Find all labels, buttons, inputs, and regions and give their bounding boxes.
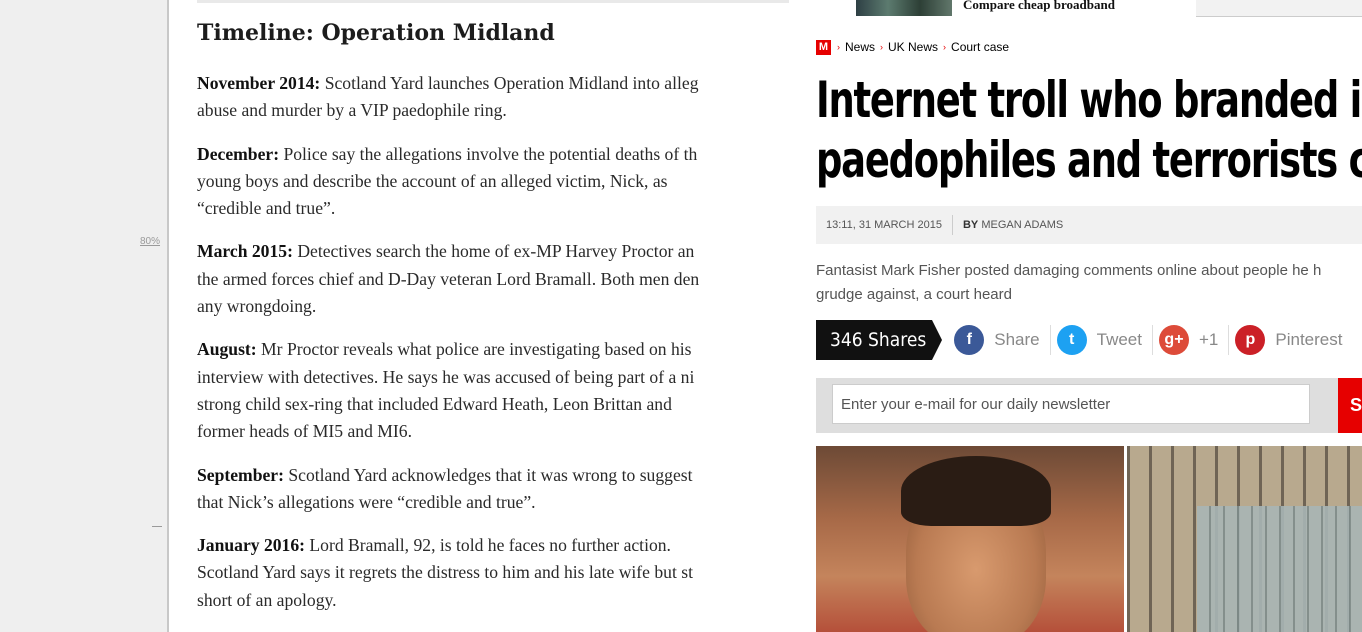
share-bar: 346 Shares f Share t Tweet g+ +1 p Pinterest	[816, 320, 1362, 360]
timeline-text: Police say the allegations involve the p…	[279, 143, 698, 164]
timeline-text: Scotland Yard launches Operation Midland…	[320, 73, 699, 93]
share-buttons: f Share t Tweet g+ +1 p Pinterest	[948, 325, 1352, 355]
left-gutter: 80%	[0, 0, 169, 632]
timeline-date: January 2016:	[197, 535, 306, 556]
publish-timestamp: 13:11, 31 MARCH 2015	[816, 215, 953, 235]
twitter-icon: t	[1056, 325, 1087, 355]
timeline-entry: January 2016: Lord Bramall, 92, is told …	[197, 532, 789, 614]
top-divider	[197, 0, 789, 3]
timeline-date: November 2014:	[197, 73, 321, 93]
newsletter-email-input[interactable]	[832, 384, 1310, 424]
headline-line: paedophiles and terrorists conv	[816, 131, 1362, 189]
promo-slot	[1196, 0, 1362, 17]
pinterest-icon: p	[1235, 325, 1266, 355]
timeline-entry-line: December: Police say the allegations inv…	[197, 141, 789, 168]
google-plus-icon: g+	[1158, 325, 1189, 355]
timeline-entry-line: any wrongdoing.	[197, 296, 317, 317]
newsletter-submit-button[interactable]: S	[1338, 378, 1362, 433]
photo-hair	[901, 456, 1051, 526]
timeline-heading: Timeline: Operation Midland	[197, 20, 555, 46]
headline-line: Internet troll who branded inno	[816, 71, 1362, 129]
promo-text: Compare cheap broadband	[963, 0, 1115, 12]
timeline-entry-line: August: Mr Proctor reveals what police a…	[197, 336, 789, 363]
timeline-entry-line: “credible and true”.	[197, 198, 336, 219]
timeline-entry-line: interview with detectives. He says he wa…	[197, 366, 695, 387]
article-meta: 13:11, 31 MARCH 2015 BY MEGAN ADAMS	[816, 206, 1362, 244]
timeline-date: September:	[197, 464, 284, 485]
timeline-date: December:	[197, 143, 280, 164]
timeline-entry-line: former heads of MI5 and MI6.	[197, 421, 412, 442]
timeline-entry-line: the armed forces chief and D-Day veteran…	[197, 268, 700, 289]
article-photo-man[interactable]	[816, 446, 1124, 632]
photo-glass-facade	[1197, 506, 1362, 632]
standfirst-line: grudge against, a court heard	[816, 286, 1012, 303]
article-photo-building[interactable]	[1127, 446, 1362, 632]
article-headline: Internet troll who branded inno paedophi…	[816, 70, 1362, 190]
breadcrumb-uk-news[interactable]: UK News	[888, 40, 938, 54]
timeline-entry: August: Mr Proctor reveals what police a…	[197, 336, 789, 445]
timeline-text: Lord Bramall, 92, is told he faces no fu…	[305, 535, 671, 556]
breadcrumb: M › News › UK News › Court case	[816, 38, 1014, 56]
timeline-text: Mr Proctor reveals what police are inves…	[256, 339, 692, 360]
byline: BY MEGAN ADAMS	[953, 219, 1063, 231]
timeline-entry-line: abuse and murder by a VIP paedophile rin…	[197, 100, 507, 121]
article-standfirst: Fantasist Mark Fisher posted damaging co…	[816, 259, 1362, 307]
breadcrumb-court-case[interactable]: Court case	[951, 40, 1009, 54]
share-button-label: Tweet	[1096, 330, 1142, 349]
zoom-level-link[interactable]: 80%	[140, 236, 160, 247]
timeline-entry-line: strong child sex-ring that included Edwa…	[197, 393, 672, 414]
news-article-panel: Compare cheap broadband M › News › UK Ne…	[816, 0, 1362, 632]
timeline-entry: December: Police say the allegations inv…	[197, 141, 789, 223]
timeline-entry: March 2015: Detectives search the home o…	[197, 238, 789, 320]
gutter-marker	[152, 526, 162, 527]
timeline-text: Scotland Yard acknowledges that it was w…	[283, 464, 693, 485]
timeline-article: Timeline: Operation Midland November 201…	[169, 0, 789, 632]
timeline-entry-line: September: Scotland Yard acknowledges th…	[197, 462, 789, 489]
breadcrumb-separator-icon: ›	[880, 42, 884, 52]
byline-prefix: BY	[962, 219, 979, 231]
breadcrumb-separator-icon: ›	[943, 42, 947, 52]
timeline-text: Detectives search the home of ex-MP Harv…	[292, 241, 695, 262]
breadcrumb-separator-icon: ›	[837, 42, 840, 52]
timeline-entry-line: Scotland Yard says it regrets the distre…	[197, 562, 693, 583]
timeline-date: August:	[197, 339, 257, 360]
promo-link[interactable]: Compare cheap broadband	[856, 0, 1197, 16]
share-count: 346 Shares	[816, 320, 943, 360]
timeline-entry-line: November 2014: Scotland Yard launches Op…	[197, 70, 789, 97]
pinterest-share-button[interactable]: p Pinterest	[1229, 325, 1352, 355]
newsletter-signup: S	[816, 378, 1362, 433]
mirror-logo-icon[interactable]: M	[816, 39, 831, 55]
timeline-entry-line: young boys and describe the account of a…	[197, 170, 668, 191]
timeline-entry-line: January 2016: Lord Bramall, 92, is told …	[197, 532, 789, 559]
timeline-list: November 2014: Scotland Yard launches Op…	[197, 70, 789, 630]
facebook-share-button[interactable]: f Share	[948, 325, 1051, 355]
share-button-label: Share	[994, 330, 1040, 349]
timeline-entry-line: that Nick’s allegations were “credible a…	[197, 491, 536, 512]
breadcrumb-news[interactable]: News	[845, 40, 875, 54]
share-button-label: +1	[1198, 330, 1219, 349]
timeline-date: March 2015:	[197, 241, 293, 262]
promo-thumbnail	[856, 0, 952, 16]
standfirst-line: Fantasist Mark Fisher posted damaging co…	[816, 262, 1322, 279]
author-link[interactable]: MEGAN ADAMS	[981, 219, 1063, 231]
timeline-entry-line: short of an apology.	[197, 589, 337, 610]
google-plus-share-button[interactable]: g+ +1	[1153, 325, 1230, 355]
timeline-entry: November 2014: Scotland Yard launches Op…	[197, 70, 789, 125]
share-button-label: Pinterest	[1275, 330, 1343, 349]
twitter-share-button[interactable]: t Tweet	[1051, 325, 1153, 355]
facebook-icon: f	[954, 325, 985, 355]
timeline-entry-line: March 2015: Detectives search the home o…	[197, 238, 789, 265]
timeline-entry: September: Scotland Yard acknowledges th…	[197, 462, 789, 517]
